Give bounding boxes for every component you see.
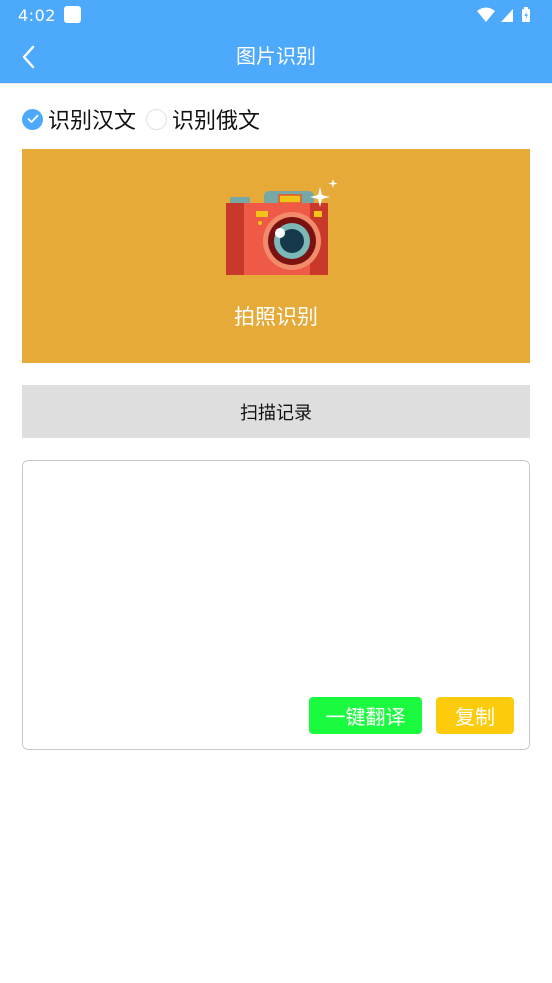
camera-icon [226,179,338,275]
result-text-area[interactable]: 一键翻译 复制 [22,460,530,750]
app-notification-icon [64,6,81,23]
status-time: 4:02 [18,6,56,25]
language-radio-group: 识别汉文 识别俄文 [22,102,270,136]
radio-unchecked-icon [146,108,168,130]
radio-option-russian[interactable]: 识别俄文 [146,103,260,135]
photo-recognition-button[interactable]: 拍照识别 [22,149,530,363]
app-bar-divider [0,83,552,84]
radio-checked-icon [22,108,43,130]
radio-option-chinese[interactable]: 识别汉文 [22,103,136,135]
status-bar: 4:02 [0,0,552,30]
screen: 4:02 图片识别 识别汉文 识别俄文 拍照识别 扫描记录 一键翻译 复制 [0,0,552,983]
radio-label-russian: 识别俄文 [172,109,261,134]
photo-recognition-label: 拍照识别 [234,305,318,329]
chevron-left-icon [22,45,35,69]
copy-button[interactable]: 复制 [436,697,514,734]
scan-record-button[interactable]: 扫描记录 [22,385,530,438]
translate-button[interactable]: 一键翻译 [309,697,422,734]
wifi-icon [477,7,495,22]
battery-icon [522,7,530,22]
back-button[interactable] [10,38,48,76]
page-title: 图片识别 [236,44,316,68]
status-icons [476,6,536,24]
radio-label-chinese: 识别汉文 [48,109,137,134]
app-bar: 图片识别 [0,30,552,83]
cellular-signal-icon [501,9,513,22]
